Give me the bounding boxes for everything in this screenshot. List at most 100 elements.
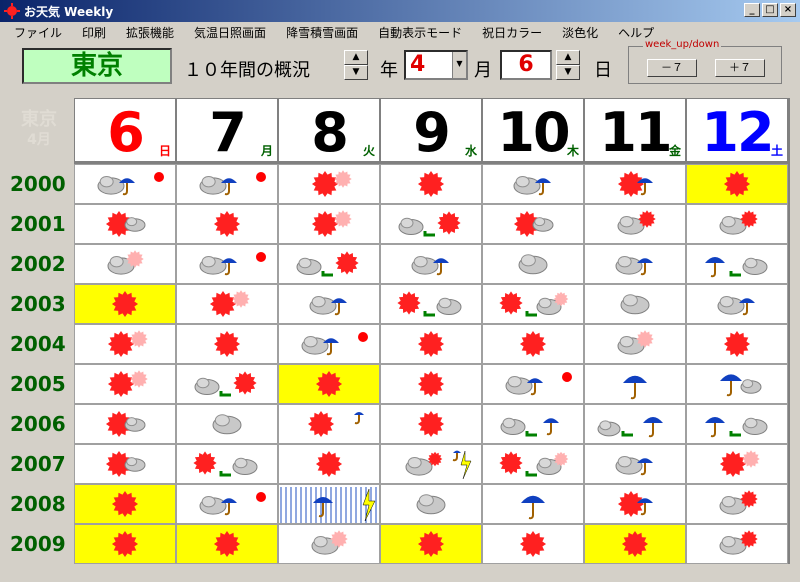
weather-cell[interactable] <box>482 404 584 444</box>
month-spinner[interactable]: ▲ ▼ <box>556 50 580 80</box>
weather-cell[interactable] <box>584 164 686 204</box>
weather-cell[interactable] <box>380 284 482 324</box>
spin-up-icon[interactable]: ▲ <box>344 50 368 65</box>
weather-cell[interactable] <box>74 444 176 484</box>
month-field[interactable]: 6 <box>500 50 552 80</box>
menu-snow[interactable]: 降雪積雪画面 <box>276 22 368 40</box>
weather-cell[interactable] <box>686 284 788 324</box>
weather-cell[interactable] <box>278 524 380 564</box>
title-bar: お天気 Weekly _ □ × <box>0 0 800 22</box>
weather-cell[interactable] <box>584 404 686 444</box>
weather-cell[interactable] <box>482 524 584 564</box>
menu-auto-display[interactable]: 自動表示モード <box>368 22 472 40</box>
weather-cell[interactable] <box>686 444 788 484</box>
weather-cell[interactable] <box>482 444 584 484</box>
weather-cell[interactable] <box>686 364 788 404</box>
weather-cell[interactable] <box>380 444 482 484</box>
weather-cell[interactable] <box>176 484 278 524</box>
weather-cell[interactable] <box>584 324 686 364</box>
weather-cell[interactable] <box>278 364 380 404</box>
weather-cell[interactable] <box>686 524 788 564</box>
weather-cell[interactable] <box>584 364 686 404</box>
weather-cell[interactable] <box>74 524 176 564</box>
weather-cell[interactable] <box>482 164 584 204</box>
weather-cell[interactable] <box>176 324 278 364</box>
weather-cell[interactable] <box>176 284 278 324</box>
cloud-umbrella-sun-icon <box>199 172 266 196</box>
year-label: 2003 <box>10 292 66 316</box>
menu-file[interactable]: ファイル <box>4 22 72 40</box>
week-minus-button[interactable]: －７ <box>647 59 697 77</box>
close-button[interactable]: × <box>780 3 796 17</box>
weather-cell[interactable] <box>686 484 788 524</box>
weather-cell[interactable] <box>278 324 380 364</box>
weather-cell[interactable] <box>176 364 278 404</box>
weather-cell[interactable] <box>176 244 278 284</box>
week-group: week_up/down －７ ＋７ <box>628 39 782 84</box>
weather-cell[interactable] <box>380 244 482 284</box>
weather-cell[interactable] <box>74 404 176 444</box>
weather-cell[interactable] <box>482 364 584 404</box>
weather-cell[interactable] <box>176 204 278 244</box>
weather-cell[interactable] <box>380 324 482 364</box>
menu-temp-sunshine[interactable]: 気温日照画面 <box>184 22 276 40</box>
menu-extensions[interactable]: 拡張機能 <box>116 22 184 40</box>
menu-print[interactable]: 印刷 <box>72 22 116 40</box>
weather-cell[interactable] <box>278 244 380 284</box>
weather-cell[interactable] <box>686 324 788 364</box>
spin-down-icon[interactable]: ▼ <box>344 65 368 80</box>
weather-cell[interactable] <box>278 444 380 484</box>
weather-cell[interactable] <box>74 244 176 284</box>
menu-help[interactable]: ヘルプ <box>608 22 664 40</box>
weather-cell[interactable] <box>74 364 176 404</box>
weather-cell[interactable] <box>482 284 584 324</box>
weather-cell[interactable] <box>482 324 584 364</box>
spin-down-icon[interactable]: ▼ <box>556 65 580 80</box>
weather-cell[interactable] <box>74 484 176 524</box>
weather-cell[interactable] <box>584 244 686 284</box>
minimize-button[interactable]: _ <box>744 3 760 17</box>
week-plus-button[interactable]: ＋７ <box>715 59 765 77</box>
maximize-button[interactable]: □ <box>762 3 778 17</box>
dropdown-arrow-icon[interactable]: ▼ <box>452 52 466 78</box>
weather-cell[interactable] <box>380 164 482 204</box>
weather-cell[interactable] <box>380 404 482 444</box>
weather-cell[interactable] <box>380 364 482 404</box>
city-label[interactable]: 東京 <box>22 48 172 84</box>
weather-cell[interactable] <box>584 204 686 244</box>
weather-cell[interactable] <box>482 484 584 524</box>
year-select[interactable]: 4 ▼ <box>404 50 468 80</box>
weather-cell[interactable] <box>584 484 686 524</box>
weather-cell[interactable] <box>176 164 278 204</box>
weather-cell[interactable] <box>278 204 380 244</box>
weather-cell[interactable] <box>686 164 788 204</box>
menu-holiday-color[interactable]: 祝日カラー <box>472 22 552 40</box>
weather-cell[interactable] <box>584 444 686 484</box>
weather-cell[interactable] <box>74 324 176 364</box>
spin-up-icon[interactable]: ▲ <box>556 50 580 65</box>
weather-cell[interactable] <box>584 524 686 564</box>
year-label: 2009 <box>10 532 66 556</box>
weather-cell[interactable] <box>278 164 380 204</box>
weather-cell[interactable] <box>74 164 176 204</box>
weather-cell[interactable] <box>686 404 788 444</box>
weather-cell[interactable] <box>74 284 176 324</box>
weather-cell[interactable] <box>176 404 278 444</box>
weather-cell[interactable] <box>176 524 278 564</box>
weather-cell[interactable] <box>278 484 380 524</box>
weather-cell[interactable] <box>584 284 686 324</box>
year-spinner[interactable]: ▲ ▼ <box>344 50 368 80</box>
weather-cell[interactable] <box>686 244 788 284</box>
menu-fade[interactable]: 淡色化 <box>552 22 608 40</box>
weather-cell[interactable] <box>380 204 482 244</box>
weather-cell[interactable] <box>380 524 482 564</box>
weather-cell[interactable] <box>686 204 788 244</box>
weather-cell[interactable] <box>482 204 584 244</box>
week-caption: week_up/down <box>643 39 722 50</box>
weather-cell[interactable] <box>380 484 482 524</box>
weather-cell[interactable] <box>278 284 380 324</box>
weather-cell[interactable] <box>74 204 176 244</box>
weather-cell[interactable] <box>176 444 278 484</box>
weather-cell[interactable] <box>482 244 584 284</box>
weather-cell[interactable] <box>278 404 380 444</box>
